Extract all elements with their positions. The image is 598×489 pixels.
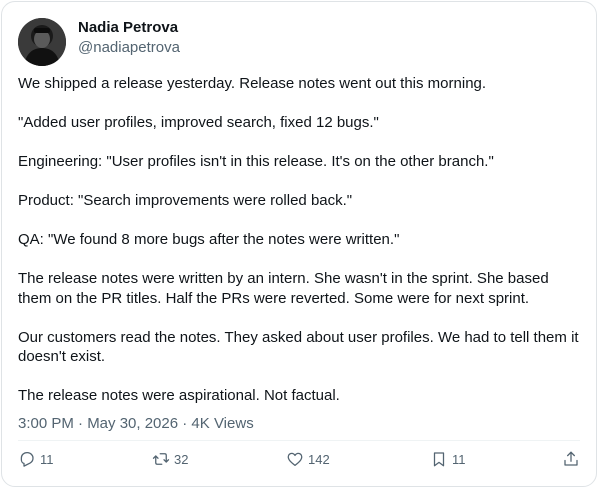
post-paragraph: We shipped a release yesterday. Release … [18, 75, 487, 92]
retweet-count: 32 [174, 451, 189, 467]
views-count: 4K [191, 415, 210, 432]
views-label: Views [209, 415, 254, 432]
post-paragraph: Product: "Search improvements were rolle… [18, 192, 353, 209]
reply-icon [20, 451, 34, 467]
divider [18, 440, 580, 441]
post-paragraph: QA: "We found 8 more bugs after the note… [18, 231, 400, 248]
reply-count: 11 [40, 451, 54, 467]
post-body: We shipped a release yesterday. Release … [18, 74, 584, 406]
post-paragraph: Our customers read the notes. They asked… [18, 328, 583, 366]
post-paragraph: "Added user profiles, improved search, f… [18, 114, 379, 131]
avatar[interactable] [18, 18, 66, 66]
bookmark-icon [433, 452, 445, 467]
like-count: 142 [308, 451, 330, 467]
retweet-button[interactable]: 32 [152, 448, 188, 470]
post-paragraph: Engineering: "User profiles isn't in thi… [18, 153, 494, 170]
author-handle[interactable]: @nadiapetrova [78, 38, 180, 58]
retweet-icon [152, 453, 170, 465]
author-name[interactable]: Nadia Petrova [78, 18, 178, 38]
post-card: Nadia Petrova @nadiapetrova We shipped a… [1, 1, 597, 487]
post-paragraph: The release notes were aspirational. Not… [18, 387, 340, 404]
bookmark-count: 11 [452, 451, 466, 467]
bookmark-button[interactable]: 11 [430, 448, 466, 470]
post-meta: 3:00 PM · May 30, 2026 · 4K Views [18, 414, 254, 434]
post-paragraph: The release notes were written by an int… [18, 270, 553, 307]
action-bar: 11 32 142 11 [18, 448, 580, 470]
heart-icon [287, 452, 303, 467]
post-timestamp[interactable]: 3:00 PM · May 30, 2026 · [18, 415, 191, 432]
like-button[interactable]: 142 [286, 448, 330, 470]
avatar-image [18, 18, 66, 66]
share-button[interactable] [562, 448, 580, 470]
share-icon [564, 451, 578, 466]
reply-button[interactable]: 11 [18, 448, 54, 470]
